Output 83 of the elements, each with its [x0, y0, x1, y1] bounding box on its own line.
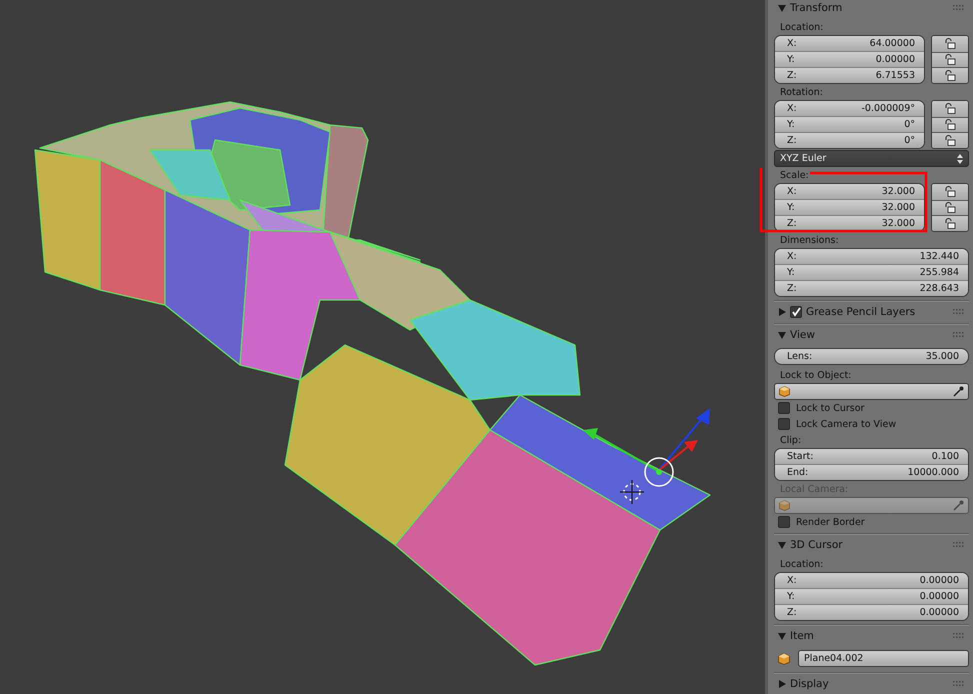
panel-header[interactable]: Item: [774, 627, 969, 645]
expand-triangle-icon: [778, 308, 786, 316]
drag-handle-icon[interactable]: [953, 332, 965, 338]
number-field[interactable]: Z: 6.71553: [775, 67, 924, 83]
checkbox-label: Lock Camera to View: [796, 418, 896, 430]
lock-toggle[interactable]: [932, 52, 968, 67]
panel-title: Grease Pencil Layers: [806, 306, 916, 318]
field-label: Rotation:: [779, 86, 824, 100]
checkbox[interactable]: [778, 418, 790, 430]
number-field[interactable]: X: -0.000009°: [775, 101, 924, 116]
number-field[interactable]: Y: 255.984: [775, 264, 968, 280]
lock-toggle[interactable]: [932, 116, 968, 132]
panel-title: Transform: [790, 2, 844, 14]
object-name-field[interactable]: Plane04.002: [798, 650, 969, 667]
open-padlock-icon: [944, 202, 956, 214]
number-field[interactable]: Start: 0.100: [775, 449, 968, 464]
open-padlock-icon: [944, 38, 956, 50]
drag-handle-icon[interactable]: [953, 5, 965, 11]
panel-title: Item: [790, 630, 815, 642]
collapse-triangle-icon: [778, 632, 786, 640]
checkbox[interactable]: [790, 306, 802, 318]
eyedropper-icon[interactable]: [953, 386, 964, 397]
lock-toggle[interactable]: [932, 36, 968, 52]
panel-title: View: [790, 329, 816, 341]
number-field[interactable]: X: 0.00000: [775, 573, 968, 588]
number-field[interactable]: End: 10000.000: [775, 464, 968, 480]
open-padlock-icon: [944, 54, 956, 66]
checkbox[interactable]: [778, 516, 790, 528]
cube-icon: [778, 652, 790, 664]
checkbox-label: Render Border: [796, 516, 865, 528]
drag-handle-icon[interactable]: [953, 633, 965, 639]
number-field[interactable]: X: 64.00000: [775, 36, 924, 51]
cube-icon: [779, 386, 790, 397]
expand-triangle-icon: [778, 680, 786, 688]
panel-header[interactable]: Transform: [774, 0, 969, 17]
number-field[interactable]: Y: 0°: [775, 116, 924, 132]
field-label: Location:: [779, 558, 824, 572]
open-padlock-icon: [944, 218, 956, 229]
panel-header[interactable]: View: [774, 326, 969, 344]
lock-toggle[interactable]: [932, 200, 968, 215]
up-down-arrows-icon: [957, 154, 963, 164]
cube-icon: [779, 500, 790, 511]
panel-header[interactable]: 3D Cursor: [774, 536, 969, 554]
collapse-triangle-icon: [778, 4, 786, 12]
lock-toggle[interactable]: [932, 132, 968, 148]
number-field[interactable]: Z: 32.000: [775, 215, 924, 231]
number-field[interactable]: Z: 0°: [775, 132, 924, 148]
number-field[interactable]: X: 132.440: [775, 249, 968, 264]
lock-toggle[interactable]: [932, 101, 968, 116]
panel-header[interactable]: Display: [774, 675, 969, 693]
number-field[interactable]: Lens: 35.000: [774, 348, 969, 365]
field-label: Location:: [779, 21, 824, 35]
number-field[interactable]: Y: 32.000: [775, 199, 924, 215]
number-field[interactable]: Z: 228.643: [775, 280, 968, 296]
checkbox[interactable]: [778, 402, 790, 414]
field-label: Dimensions:: [779, 234, 840, 248]
lock-toggle[interactable]: [932, 215, 968, 230]
panel-header[interactable]: Grease Pencil Layers: [774, 303, 969, 321]
lock-toggle[interactable]: [932, 67, 968, 82]
3d-viewport[interactable]: [0, 0, 765, 694]
drag-handle-icon[interactable]: [953, 309, 965, 315]
number-field[interactable]: Z: 0.00000: [775, 604, 968, 620]
checkbox-label: Lock to Cursor: [796, 402, 864, 414]
field-label: Clip:: [779, 434, 802, 448]
open-padlock-icon: [944, 186, 956, 198]
open-padlock-icon: [944, 119, 956, 130]
lock-toggle[interactable]: [932, 184, 968, 200]
open-padlock-icon: [944, 70, 956, 81]
collapse-triangle-icon: [778, 331, 786, 339]
drag-handle-icon[interactable]: [953, 681, 965, 687]
field-label: Scale:: [779, 169, 810, 183]
number-field[interactable]: Y: 0.00000: [775, 51, 924, 67]
object-field[interactable]: [774, 383, 969, 400]
number-field[interactable]: Y: 0.00000: [775, 588, 968, 604]
panel-title: 3D Cursor: [790, 539, 844, 551]
rotation-mode-dropdown[interactable]: XYZ Euler: [774, 150, 969, 167]
open-padlock-icon: [944, 134, 956, 146]
field-label: Lock to Object:: [779, 369, 852, 383]
number-field[interactable]: X: 32.000: [775, 184, 924, 199]
collapse-triangle-icon: [778, 541, 786, 549]
drag-handle-icon[interactable]: [953, 542, 965, 548]
open-padlock-icon: [944, 103, 956, 114]
panel-title: Display: [790, 678, 830, 690]
